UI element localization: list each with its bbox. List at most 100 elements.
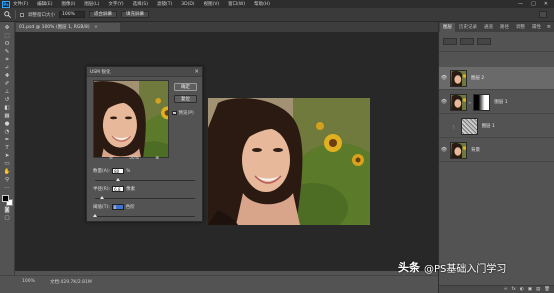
shape-tool-icon[interactable]: ▭ <box>2 161 13 168</box>
tab-paths[interactable]: 路径 <box>497 23 512 32</box>
tab-channels[interactable]: 通道 <box>481 23 496 32</box>
tab-properties[interactable]: 属性 <box>529 23 544 32</box>
gradient-tool-icon[interactable]: ▦ <box>2 113 13 120</box>
radius-slider[interactable] <box>95 196 195 199</box>
zoom-out-icon[interactable]: ⊖ <box>109 156 113 161</box>
eyedropper-tool-icon[interactable]: ⌿ <box>2 65 13 72</box>
dialog-close-icon[interactable]: ✕ <box>194 69 199 75</box>
zoom-in-icon[interactable]: ⊕ <box>155 156 159 161</box>
fit-screen-button[interactable]: 适合屏幕 <box>89 11 117 18</box>
menu-window[interactable]: 窗口(W) <box>228 1 245 7</box>
status-doc-size: 文档:429.7K/2.81M <box>50 280 92 285</box>
pen-tool-icon[interactable]: ✒ <box>2 137 13 144</box>
healing-tool-icon[interactable]: ✚ <box>2 73 13 80</box>
menu-filter[interactable]: 滤镜(T) <box>157 1 172 7</box>
preview-checkbox[interactable]: ✓ <box>172 110 177 116</box>
new-layer-icon[interactable]: ▤ <box>536 287 540 292</box>
status-bar: 100% 文档:429.7K/2.81M <box>0 275 438 293</box>
menu-select[interactable]: 选择(S) <box>133 1 148 7</box>
color-swatches[interactable] <box>1 195 13 206</box>
minimize-icon[interactable]: — <box>518 1 523 7</box>
tab-layers[interactable]: 图层 <box>440 23 455 32</box>
zoom-tool-icon[interactable]: ⚲ <box>2 177 13 184</box>
radius-slider-knob[interactable] <box>99 196 104 199</box>
screen-mode-icon[interactable]: ▢ <box>2 215 13 222</box>
dodge-tool-icon[interactable]: ◔ <box>2 129 13 136</box>
blur-tool-icon[interactable]: ● <box>2 121 13 128</box>
more-tools-icon[interactable]: ⋯ <box>2 185 13 192</box>
separator <box>15 10 16 19</box>
document-tab[interactable]: 01.psd @ 100% (图层 1, RGB/8) × <box>16 23 120 32</box>
layer-style-icon[interactable]: fx <box>512 287 516 292</box>
stamp-tool-icon[interactable]: ⊥ <box>2 89 13 96</box>
resize-windows-checkbox[interactable] <box>20 12 24 17</box>
path-select-tool-icon[interactable]: ➤ <box>2 153 13 160</box>
menu-type[interactable]: 文字(Y) <box>108 1 123 7</box>
brush-tool-icon[interactable]: ✐ <box>2 81 13 88</box>
close-icon[interactable]: ✕ <box>544 1 548 7</box>
threshold-field[interactable]: 0 <box>111 204 124 210</box>
link-layers-icon[interactable]: ∞ <box>504 287 508 292</box>
visibility-eye-icon[interactable]: 👁 <box>439 99 449 105</box>
menu-file[interactable]: 文件(F) <box>13 1 28 7</box>
tab-adjustments[interactable]: 调整 <box>513 23 528 32</box>
zoom-value-field[interactable]: 100% <box>59 11 85 18</box>
move-tool-icon[interactable]: ✥ <box>2 25 13 32</box>
eraser-tool-icon[interactable]: ◧ <box>2 105 13 112</box>
marquee-tool-icon[interactable]: ⬚ <box>2 33 13 40</box>
layer-row[interactable]: 👁 背景 <box>439 139 554 162</box>
blend-mode-dropdown[interactable] <box>460 38 474 45</box>
amount-slider-knob[interactable] <box>115 178 120 181</box>
layer-row[interactable]: 👁 图层 2 <box>439 67 554 90</box>
amount-unit: % <box>126 168 131 174</box>
radius-row: 半径(R): 6.8 像素 <box>93 186 135 192</box>
tab-close-icon[interactable]: × <box>94 25 98 30</box>
layer-filter-dropdown[interactable] <box>443 38 457 45</box>
canvas-area[interactable] <box>15 32 438 271</box>
threshold-slider[interactable] <box>92 214 195 217</box>
reset-button[interactable]: 复位 <box>174 95 197 103</box>
filter-preview[interactable] <box>93 80 169 158</box>
menu-image[interactable]: 图像(I) <box>61 1 75 7</box>
add-mask-icon[interactable]: ▣ <box>528 287 532 292</box>
history-brush-tool-icon[interactable]: ↺ <box>2 97 13 104</box>
hand-tool-icon[interactable]: ✋ <box>2 169 13 176</box>
layer-row[interactable]: 👁 ⟆ 图层 1 <box>439 115 554 138</box>
menu-view[interactable]: 视图(V) <box>204 1 220 7</box>
quick-select-tool-icon[interactable]: ✎ <box>2 49 13 56</box>
dialog-titlebar[interactable]: USM 锐化 ✕ <box>87 67 202 77</box>
opacity-field[interactable] <box>477 38 491 45</box>
tab-history[interactable]: 历史记录 <box>456 23 480 32</box>
radius-field[interactable]: 6.8 <box>112 186 125 192</box>
crop-tool-icon[interactable]: ⌗ <box>2 57 13 64</box>
lasso-tool-icon[interactable]: ʘ <box>2 41 13 48</box>
document-canvas[interactable] <box>208 98 370 225</box>
document-tab-title: 01.psd @ 100% (图层 1, RGB/8) <box>19 25 90 30</box>
type-tool-icon[interactable]: T <box>2 145 13 152</box>
threshold-slider-knob[interactable] <box>92 214 97 217</box>
amount-slider[interactable] <box>95 178 195 181</box>
layer-mask-thumbnail[interactable] <box>473 93 491 111</box>
preview-toggle[interactable]: ✓ 预览(P) <box>172 110 194 116</box>
workspace-button[interactable] <box>539 11 547 18</box>
threshold-unit: 色阶 <box>125 205 135 210</box>
menu-edit[interactable]: 编辑(E) <box>37 1 52 7</box>
amount-field[interactable]: 80 <box>112 168 125 174</box>
zoom-icon[interactable] <box>3 11 11 19</box>
panel-menu-icon[interactable]: ≡ <box>547 23 551 32</box>
menu-layer[interactable]: 图层(L) <box>84 1 99 7</box>
visibility-eye-icon[interactable]: 👁 <box>439 123 449 129</box>
layer-mask-thumbnail[interactable] <box>460 117 478 135</box>
ok-button[interactable]: 确定 <box>174 83 197 91</box>
adjustment-layer-icon[interactable]: ◐ <box>520 287 524 292</box>
visibility-eye-icon[interactable]: 👁 <box>439 147 449 153</box>
foreground-color-swatch[interactable] <box>1 195 9 202</box>
layer-row[interactable]: 👁 ∞ 图层 1 <box>439 91 554 114</box>
fill-screen-button[interactable]: 填充屏幕 <box>121 11 149 18</box>
menu-3d[interactable]: 3D(D) <box>181 2 194 7</box>
quick-mask-icon[interactable]: ◙ <box>2 207 13 214</box>
trash-icon[interactable]: 🗑 <box>544 287 550 292</box>
maximize-icon[interactable]: □ <box>531 1 536 7</box>
visibility-eye-icon[interactable]: 👁 <box>439 75 449 81</box>
menu-help[interactable]: 帮助(H) <box>254 1 270 7</box>
